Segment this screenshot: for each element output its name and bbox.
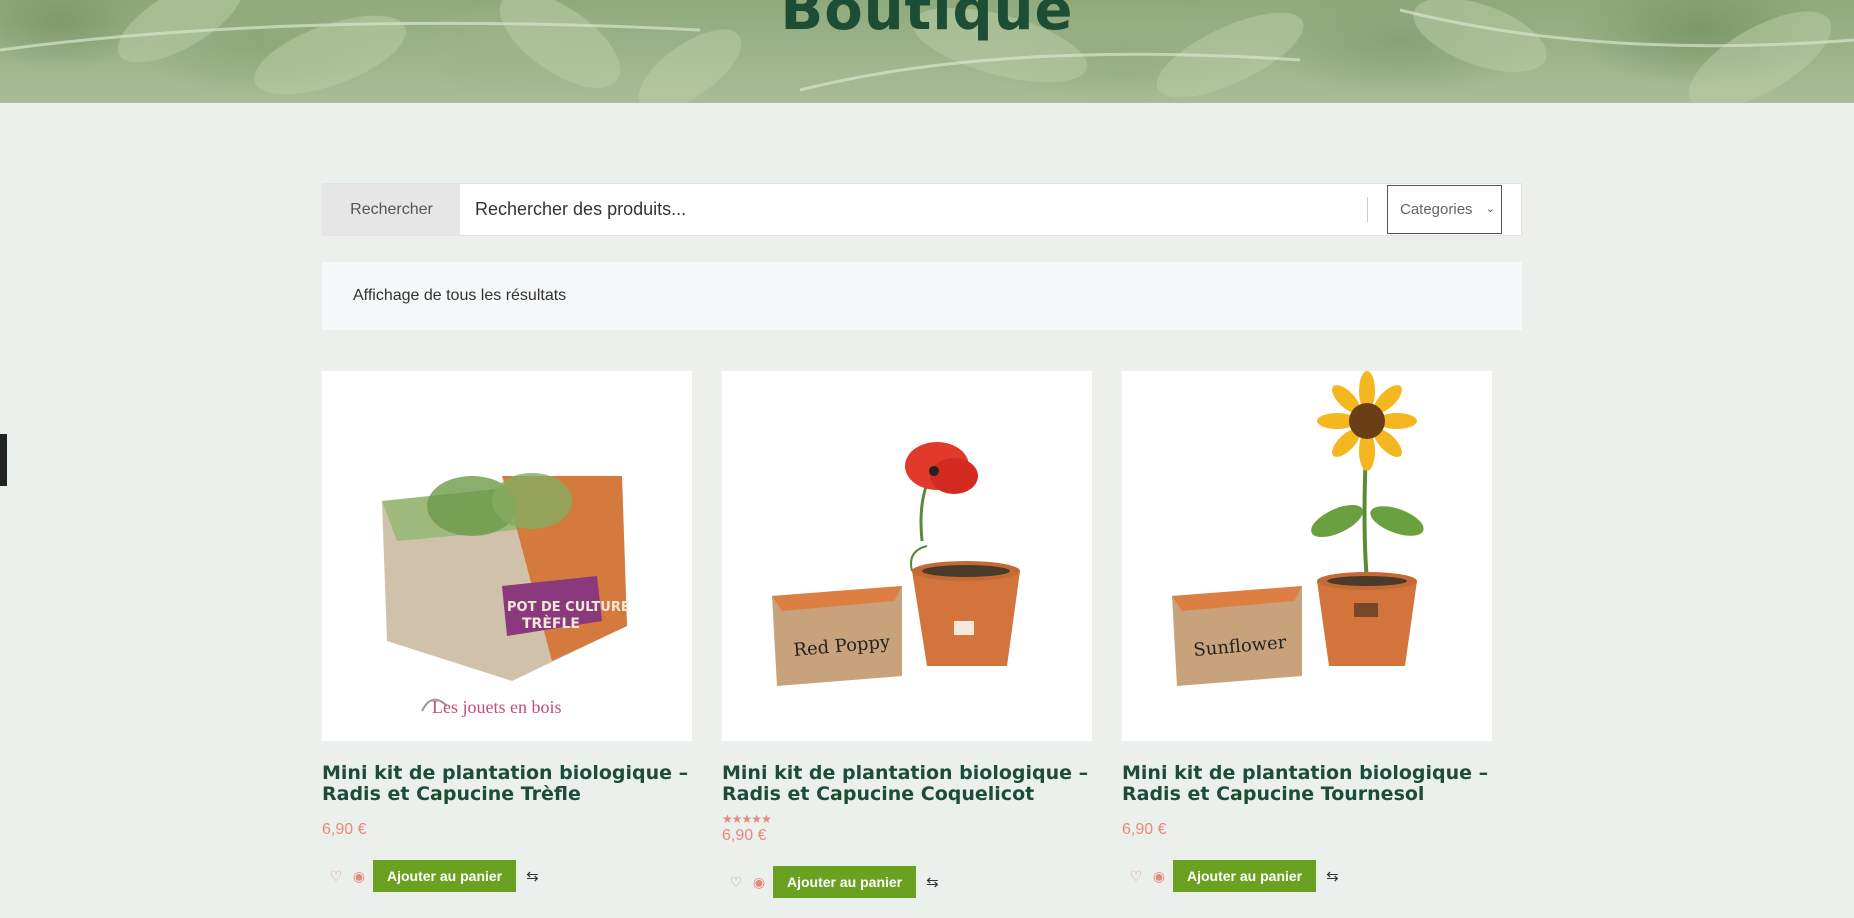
search-divider xyxy=(1367,197,1368,222)
eye-icon[interactable]: ◉ xyxy=(349,868,369,885)
category-select[interactable]: Categories ⌄ xyxy=(1387,185,1502,234)
product-image[interactable]: Red Poppy xyxy=(722,371,1092,741)
product-title-line2[interactable]: Radis et Capucine Trèfle xyxy=(322,784,692,805)
product-actions: ♡ ◉ Ajouter au panier ⇆ xyxy=(1122,860,1492,892)
product-title[interactable]: Mini kit de plantation biologique – Radi… xyxy=(722,763,1092,805)
product-image[interactable]: Sunflower xyxy=(1122,371,1492,741)
page-title: Boutique xyxy=(780,0,1074,43)
heart-icon[interactable]: ♡ xyxy=(1126,868,1146,885)
product-card: POT DE CULTURE TRÈFLE Les jouets en bois… xyxy=(322,371,692,892)
product-search-bar: Rechercher Categories ⌄ xyxy=(322,183,1690,236)
product-title-line1[interactable]: Mini kit de plantation biologique – xyxy=(1122,763,1492,784)
search-input[interactable] xyxy=(460,184,1690,235)
product-title[interactable]: Mini kit de plantation biologique – Radi… xyxy=(322,763,692,805)
svg-text:TRÈFLE: TRÈFLE xyxy=(522,615,580,632)
poppy-pot-illustration: Red Poppy xyxy=(772,442,1020,686)
product-title-line1[interactable]: Mini kit de plantation biologique – xyxy=(322,763,692,784)
result-count-text: Affichage de tous les résultats xyxy=(353,287,567,304)
eye-icon[interactable]: ◉ xyxy=(749,874,769,891)
product-actions: ♡ ◉ Ajouter au panier ⇆ xyxy=(322,860,692,892)
product-price: 6,90 € xyxy=(322,821,367,838)
heart-icon[interactable]: ♡ xyxy=(326,868,346,885)
chevron-down-icon: ⌄ xyxy=(1485,203,1495,215)
category-select-label: Categories xyxy=(1400,201,1473,218)
side-panel-toggle[interactable] xyxy=(0,434,7,486)
product-title-line1[interactable]: Mini kit de plantation biologique – xyxy=(722,763,1092,784)
search-button[interactable]: Rechercher xyxy=(323,184,460,235)
product-title[interactable]: Mini kit de plantation biologique – Radi… xyxy=(1122,763,1492,805)
result-count-bar: Affichage de tous les résultats xyxy=(322,262,1522,330)
product-title-line2[interactable]: Radis et Capucine Coquelicot xyxy=(722,784,1092,805)
star-rating: ★★★★★ xyxy=(722,812,772,826)
product-price: 6,90 € xyxy=(1122,821,1167,838)
add-to-cart-button[interactable]: Ajouter au panier xyxy=(1173,860,1317,892)
heart-icon[interactable]: ♡ xyxy=(726,874,746,891)
compare-icon[interactable]: ⇆ xyxy=(526,867,544,885)
product-price: 6,90 € xyxy=(722,827,767,844)
product-title-line2[interactable]: Radis et Capucine Tournesol xyxy=(1122,784,1492,805)
add-to-cart-button[interactable]: Ajouter au panier xyxy=(373,860,517,892)
compare-icon[interactable]: ⇆ xyxy=(926,873,944,891)
add-to-cart-button[interactable]: Ajouter au panier xyxy=(773,866,917,898)
sunflower-pot-illustration: Sunflower xyxy=(1172,371,1424,686)
product-image[interactable]: POT DE CULTURE TRÈFLE Les jouets en bois xyxy=(322,371,692,741)
hero-banner: Boutique xyxy=(0,0,1854,103)
compare-icon[interactable]: ⇆ xyxy=(1326,867,1344,885)
product-card: Sunflower Mini kit de plantation biologi… xyxy=(1122,371,1492,892)
product-card: Red Poppy Mini kit de plantation biologi… xyxy=(722,371,1092,898)
eye-icon[interactable]: ◉ xyxy=(1149,868,1169,885)
svg-text:POT DE CULTURE: POT DE CULTURE xyxy=(507,600,630,615)
product-actions: ♡ ◉ Ajouter au panier ⇆ xyxy=(722,866,1092,898)
watermark-text: Les jouets en bois xyxy=(432,697,561,717)
clover-pot-illustration: POT DE CULTURE TRÈFLE Les jouets en bois xyxy=(382,473,630,717)
